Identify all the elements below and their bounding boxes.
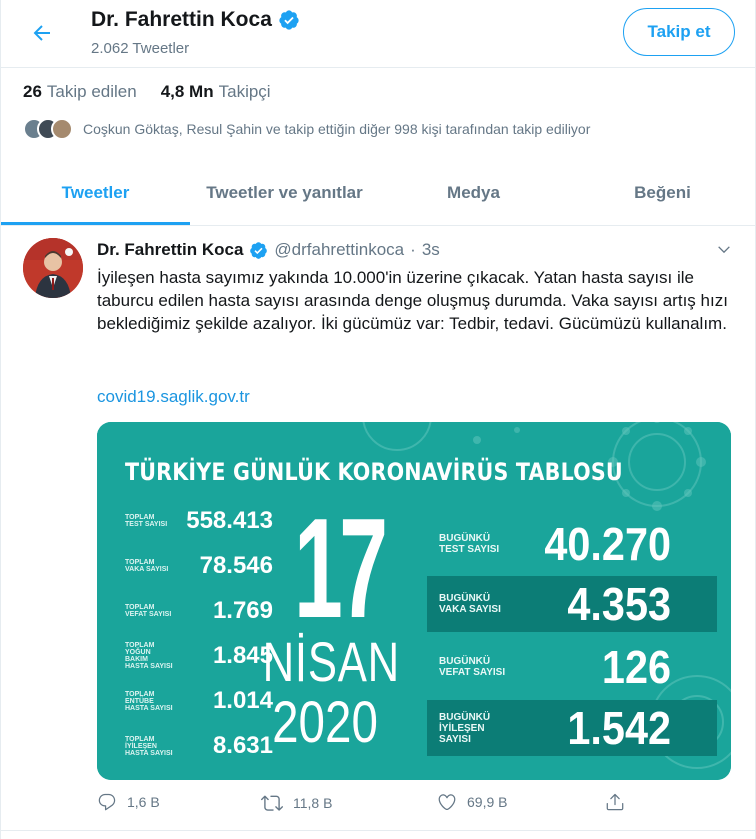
total-test-row: TOPLAM TEST SAYISI 558.413 bbox=[125, 506, 273, 536]
today-recovered-label: BUGÜNKÜ İYİLEŞEN SAYISI bbox=[439, 711, 491, 745]
divider bbox=[1, 830, 756, 831]
reply-icon bbox=[98, 793, 116, 811]
total-cases-row: TOPLAM VAKA SAYISI 78.546 bbox=[125, 551, 273, 581]
retweet-count: 11,8 B bbox=[293, 795, 333, 811]
chevron-down-icon bbox=[718, 246, 730, 254]
profile-name-row: Dr. Fahrettin Koca bbox=[91, 8, 300, 32]
today-deaths-label: BUGÜNKÜ VEFAT SAYISI bbox=[439, 656, 506, 678]
tweet-author-handle[interactable]: @drfahrettinkoca bbox=[274, 240, 404, 260]
today-cases-row: BUGÜNKÜ VAKA SAYISI 4.353 bbox=[427, 576, 717, 632]
tweet-timestamp[interactable]: 3s bbox=[422, 240, 440, 260]
share-icon bbox=[606, 793, 624, 811]
arrow-left-icon bbox=[33, 25, 50, 41]
following-label: Takip edilen bbox=[46, 82, 137, 101]
profile-photo-icon bbox=[23, 238, 83, 298]
verified-badge-icon bbox=[250, 241, 268, 259]
total-icu-value: 1.845 bbox=[212, 642, 273, 669]
like-button[interactable]: 69,9 B bbox=[437, 792, 507, 812]
total-recovered-value: 8.631 bbox=[212, 732, 273, 759]
tweet-header: Dr. Fahrettin Koca @drfahrettinkoca · 3s bbox=[97, 240, 440, 260]
total-recovered-label: TOPLAM İYİLEŞEN HASTA SAYISI bbox=[125, 735, 173, 757]
followers-label: Takipçi bbox=[218, 82, 271, 101]
followers-link[interactable]: 4,8 Mn Takipçi bbox=[161, 82, 271, 102]
follow-button[interactable]: Takip et bbox=[623, 8, 735, 56]
follower-avatars bbox=[23, 118, 73, 140]
retweet-icon bbox=[261, 795, 283, 811]
heart-icon bbox=[438, 794, 456, 811]
tweet-actions: 1,6 B 11,8 B 69,9 B bbox=[97, 792, 737, 822]
today-test-label: BUGÜNKÜ TEST SAYISI bbox=[439, 533, 500, 555]
total-deaths-label: TOPLAM VEFAT SAYISI bbox=[125, 604, 172, 618]
total-intubated-label: TOPLAM ENTÜBE HASTA SAYISI bbox=[125, 690, 173, 712]
avatar[interactable] bbox=[23, 238, 83, 298]
date-year: 2020 bbox=[272, 690, 378, 755]
reply-button[interactable]: 1,6 B bbox=[97, 792, 160, 812]
share-button[interactable] bbox=[605, 792, 625, 812]
today-recovered-row: BUGÜNKÜ İYİLEŞEN SAYISI 1.542 bbox=[427, 700, 717, 756]
follow-stats: 26 Takip edilen 4,8 Mn Takipçi bbox=[23, 82, 271, 102]
back-button[interactable] bbox=[23, 14, 61, 52]
like-count: 69,9 B bbox=[467, 794, 508, 810]
today-deaths-row: BUGÜNKÜ VEFAT SAYISI 126 bbox=[427, 639, 717, 695]
followed-by-row[interactable]: Coşkun Göktaş, Resul Şahin ve takip etti… bbox=[23, 117, 590, 141]
following-link[interactable]: 26 Takip edilen bbox=[23, 82, 137, 102]
avatar bbox=[51, 118, 73, 140]
total-cases-value: 78.546 bbox=[199, 552, 273, 579]
tweet-more-button[interactable] bbox=[709, 238, 739, 262]
tweet-image[interactable]: TÜRKİYE GÜNLÜK KORONAVİRÜS TABLOSU TOPLA… bbox=[97, 422, 731, 780]
total-intubated-row: TOPLAM ENTÜBE HASTA SAYISI 1.014 bbox=[125, 686, 273, 716]
today-recovered-value: 1.542 bbox=[567, 702, 671, 754]
total-deaths-row: TOPLAM VEFAT SAYISI 1.769 bbox=[125, 596, 273, 626]
total-cases-label: TOPLAM VAKA SAYISI bbox=[125, 559, 169, 573]
today-cases-label: BUGÜNKÜ VAKA SAYISI bbox=[439, 593, 501, 615]
total-icu-label: TOPLAM YOĞUN BAKIM HASTA SAYISI bbox=[125, 642, 173, 670]
total-intubated-value: 1.014 bbox=[212, 687, 273, 714]
total-deaths-value: 1.769 bbox=[212, 597, 273, 624]
profile-name: Dr. Fahrettin Koca bbox=[91, 8, 272, 31]
total-test-value: 558.413 bbox=[186, 507, 273, 534]
today-test-row: BUGÜNKÜ TEST SAYISI 40.270 bbox=[427, 516, 717, 572]
today-test-value: 40.270 bbox=[544, 518, 671, 570]
followed-by-text: Coşkun Göktaş, Resul Şahin ve takip etti… bbox=[83, 121, 591, 137]
verified-badge-icon bbox=[279, 10, 299, 30]
tweet-separator: · bbox=[410, 240, 416, 259]
today-cases-value: 4.353 bbox=[567, 578, 671, 630]
profile-tabs: Tweetler Tweetler ve yanıtlar Medya Beğe… bbox=[1, 160, 756, 226]
today-deaths-value: 126 bbox=[601, 641, 671, 693]
retweet-button[interactable]: 11,8 B bbox=[261, 792, 332, 814]
date-month: NİSAN bbox=[262, 630, 401, 693]
tweet-author-name[interactable]: Dr. Fahrettin Koca bbox=[97, 240, 243, 260]
total-test-label: TOPLAM TEST SAYISI bbox=[125, 514, 168, 528]
profile-timeline: Dr. Fahrettin Koca 2.062 Tweetler Takip … bbox=[0, 0, 756, 839]
tweet-link[interactable]: covid19.saglik.gov.tr bbox=[97, 387, 250, 407]
tweet-count: 2.062 Tweetler bbox=[91, 40, 190, 57]
card-title: TÜRKİYE GÜNLÜK KORONAVİRÜS TABLOSU bbox=[125, 458, 623, 486]
tab-tweets[interactable]: Tweetler bbox=[1, 160, 190, 225]
total-recovered-row: TOPLAM İYİLEŞEN HASTA SAYISI 8.631 bbox=[125, 731, 273, 761]
following-count: 26 bbox=[23, 82, 42, 101]
date-day: 17 bbox=[293, 489, 388, 648]
tab-likes[interactable]: Beğeni bbox=[568, 160, 756, 225]
profile-header: Dr. Fahrettin Koca 2.062 Tweetler Takip … bbox=[1, 0, 756, 68]
reply-count: 1,6 B bbox=[127, 794, 160, 810]
total-icu-row: TOPLAM YOĞUN BAKIM HASTA SAYISI 1.845 bbox=[125, 641, 273, 671]
tweet-text: İyileşen hasta sayımız yakında 10.000'in… bbox=[97, 268, 728, 333]
tab-media[interactable]: Medya bbox=[379, 160, 568, 225]
followers-count: 4,8 Mn bbox=[160, 82, 214, 101]
tab-tweets-and-replies[interactable]: Tweetler ve yanıtlar bbox=[190, 160, 379, 225]
